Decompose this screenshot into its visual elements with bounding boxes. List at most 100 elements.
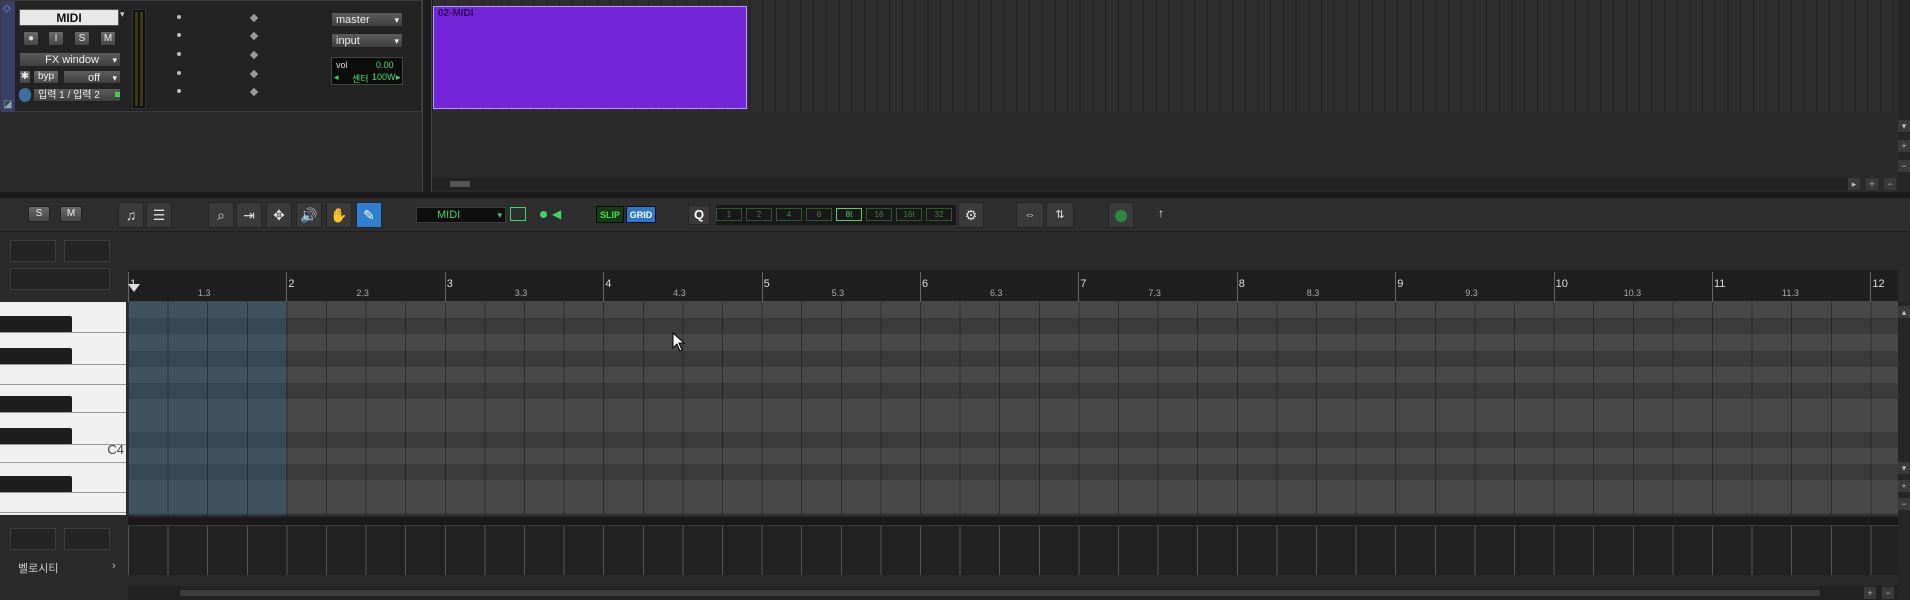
solo-button[interactable]: S xyxy=(74,31,90,46)
mute-button[interactable]: M xyxy=(100,31,116,46)
pan-value[interactable]: 100W xyxy=(372,72,396,82)
gear-icon[interactable]: ⚙ xyxy=(958,202,984,228)
track-name-field[interactable]: MIDI xyxy=(19,9,119,26)
input-monitor-button[interactable]: I xyxy=(48,31,64,46)
editor-scroll-up-icon[interactable]: ▴ xyxy=(1898,306,1910,318)
track-panel-splitter[interactable] xyxy=(422,0,432,192)
insert-slot-icon[interactable] xyxy=(249,69,259,79)
fx-star-icon[interactable]: ✱ xyxy=(19,70,31,84)
grabber-tool-icon[interactable]: ✋ xyxy=(326,202,352,228)
link-timeline-icon[interactable]: ⇔ xyxy=(1016,202,1044,228)
select-tool-icon[interactable]: ✥ xyxy=(266,202,292,228)
editor-option-wide-box[interactable] xyxy=(10,268,110,290)
quantize-4[interactable]: 4 xyxy=(776,208,802,221)
slip-mode-button[interactable]: SLIP xyxy=(596,206,624,223)
editor-scroll-down-icon[interactable]: ▾ xyxy=(1898,462,1910,474)
arrange-empty-area[interactable] xyxy=(432,112,1898,176)
editor-solo-button[interactable]: S xyxy=(28,206,50,222)
send-dot[interactable] xyxy=(177,15,181,19)
pan-right-arrow-icon[interactable]: ▸ xyxy=(396,72,401,83)
monitor-led-icon[interactable] xyxy=(540,211,547,218)
fx-window-dropdown[interactable]: FX window xyxy=(19,52,121,67)
send-dot[interactable] xyxy=(177,33,181,37)
send-dot[interactable] xyxy=(177,89,181,93)
editor-option-box[interactable] xyxy=(64,240,110,262)
mirror-edit-icon[interactable]: ⇅ xyxy=(1046,202,1074,228)
zoom-in-vertical-icon[interactable]: + xyxy=(1898,140,1910,152)
music-note-icon[interactable]: ♫ xyxy=(118,202,144,228)
io-dropdown[interactable]: 입력 1 / 입력 2 xyxy=(33,88,121,102)
editor-vertical-scrollbar[interactable] xyxy=(1898,302,1910,600)
white-key-divider xyxy=(0,462,126,463)
midi-input-enable-icon[interactable] xyxy=(1108,202,1134,228)
quantize-8[interactable]: 8 xyxy=(806,208,832,221)
piano-keyboard[interactable]: C4 xyxy=(0,302,126,515)
editor-hzoom-out-icon[interactable]: − xyxy=(1882,587,1894,599)
track-list-empty-area xyxy=(0,112,422,176)
black-key[interactable] xyxy=(0,396,72,413)
quantize-32[interactable]: 32 xyxy=(926,208,952,221)
editor-scroll-thumb[interactable] xyxy=(180,590,1820,596)
grid-mode-button[interactable]: GRID xyxy=(626,206,656,223)
insert-slot-icon[interactable] xyxy=(249,13,259,23)
scroll-down-icon[interactable]: ▾ xyxy=(1898,120,1910,132)
editor-hzoom-in-icon[interactable]: + xyxy=(1864,587,1876,599)
quantize-16t[interactable]: 16t xyxy=(896,208,922,221)
editor-mute-button[interactable]: M xyxy=(60,206,82,222)
vol-label: vol xyxy=(336,60,348,70)
velocity-splitter[interactable] xyxy=(128,517,1898,525)
arrange-scroll-thumb[interactable] xyxy=(450,181,470,187)
bypass-state-dropdown[interactable]: off xyxy=(63,70,121,85)
insert-slot-icon[interactable] xyxy=(249,50,259,60)
zoom-out-icon[interactable]: − xyxy=(1884,178,1896,190)
send-dot[interactable] xyxy=(177,52,181,56)
pencil-tool-icon[interactable]: ✎ xyxy=(356,202,382,228)
volume-pan-display[interactable]: vol 0.00 ◂ 센터 100W ▸ xyxy=(331,57,403,85)
output-dropdown[interactable]: master xyxy=(331,12,403,27)
speaker-icon[interactable]: ◀ xyxy=(552,207,561,221)
scroll-right-icon[interactable]: ▸ xyxy=(1848,178,1860,190)
black-key[interactable] xyxy=(0,476,72,493)
input-dropdown[interactable]: input xyxy=(331,33,403,48)
insert-slot-icon[interactable] xyxy=(249,87,259,97)
send-dot[interactable] xyxy=(177,71,181,75)
editor-zoom-out-icon[interactable]: − xyxy=(1898,498,1910,510)
pan-left-arrow-icon[interactable]: ◂ xyxy=(334,72,339,83)
playhead-marker-icon[interactable] xyxy=(128,284,140,292)
record-arm-button[interactable]: ● xyxy=(23,31,39,46)
quantize-2[interactable]: 2 xyxy=(746,208,772,221)
track-menu-arrow-icon[interactable]: ▾ xyxy=(120,9,125,20)
io-link-icon[interactable] xyxy=(19,88,31,102)
quantize-button[interactable]: Q xyxy=(688,205,710,225)
black-key[interactable] xyxy=(0,428,72,445)
up-arrow-icon[interactable]: ↑ xyxy=(1158,206,1164,220)
list-view-icon[interactable]: ☰ xyxy=(146,202,172,228)
piano-roll-gridlines xyxy=(128,302,1898,515)
velocity-lane[interactable] xyxy=(128,525,1898,575)
white-key-divider xyxy=(0,364,126,365)
note-mode-icon[interactable] xyxy=(510,207,526,221)
velocity-expand-icon[interactable]: › xyxy=(112,560,116,572)
velocity-option-box[interactable] xyxy=(10,528,56,550)
quantize-8t[interactable]: 8t xyxy=(836,208,862,221)
midi-channel-dropdown[interactable]: MIDI xyxy=(416,207,506,223)
bar-number: 4 xyxy=(605,278,612,290)
trim-tool-icon[interactable]: ⇥ xyxy=(236,202,262,228)
midi-clip[interactable]: 02-MIDI xyxy=(433,6,747,109)
quantize-1[interactable]: 1 xyxy=(716,208,742,221)
editor-option-box[interactable] xyxy=(10,240,56,262)
automation-icon[interactable]: ◪ xyxy=(3,99,12,110)
black-key[interactable] xyxy=(0,316,72,333)
arrange-horizontal-scrollbar[interactable] xyxy=(432,178,1852,190)
zoom-in-icon[interactable]: + xyxy=(1866,178,1878,190)
audition-tool-icon[interactable]: 🔊 xyxy=(296,202,322,228)
bypass-button[interactable]: byp xyxy=(33,70,59,84)
zoom-tool-icon[interactable]: ⌕ xyxy=(208,202,234,228)
vol-value[interactable]: 0.00 xyxy=(376,60,394,70)
velocity-option-box[interactable] xyxy=(64,528,110,550)
black-key[interactable] xyxy=(0,348,72,365)
editor-zoom-in-icon[interactable]: + xyxy=(1898,480,1910,492)
zoom-out-vertical-icon[interactable]: − xyxy=(1898,160,1910,172)
insert-slot-icon[interactable] xyxy=(249,31,259,41)
quantize-16[interactable]: 16 xyxy=(866,208,892,221)
